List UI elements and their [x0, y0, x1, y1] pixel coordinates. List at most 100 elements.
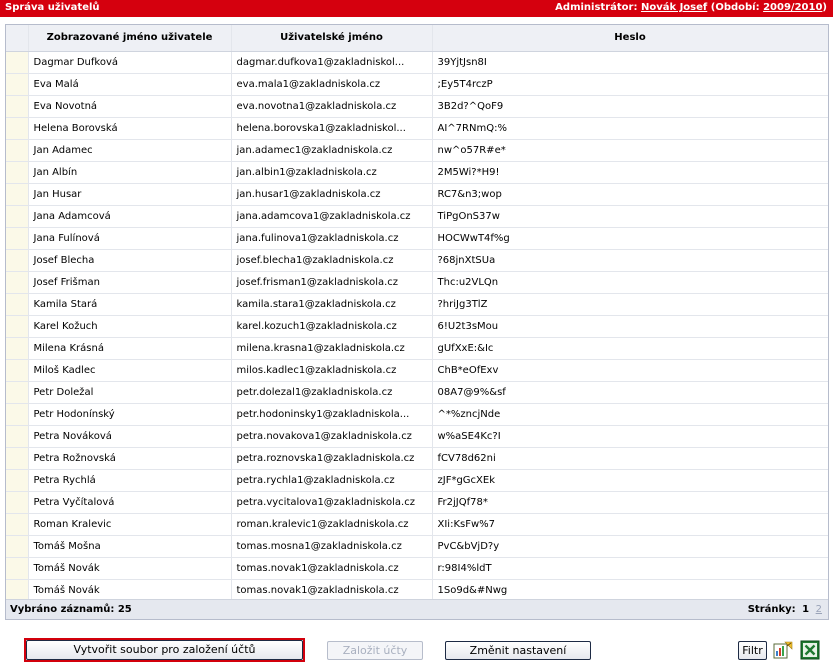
cell-display-name: Kamila Stará: [28, 293, 232, 316]
table-row[interactable]: Milena Krásná milena.krasna1@zakladniskol…: [6, 337, 828, 360]
cell-display-name: Eva Malá: [28, 73, 232, 96]
cell-password: fCV78d62ni: [432, 447, 828, 470]
create-accounts-button[interactable]: Založit účty: [327, 641, 423, 660]
row-selector[interactable]: [6, 271, 29, 294]
cell-password: nw^o57R#e*: [432, 139, 828, 162]
cell-display-name: Milena Krásná: [28, 337, 232, 360]
column-header-password[interactable]: Heslo: [432, 25, 828, 52]
table-row[interactable]: Petra Rychlá petra.rychla1@zakladniskola.…: [6, 469, 828, 492]
table-row[interactable]: Eva Novotná eva.novotna1@zakladniskola.cz…: [6, 95, 828, 118]
cell-password: r:98I4%ldT: [432, 557, 828, 580]
period-link[interactable]: 2009/2010: [763, 2, 822, 13]
table-row[interactable]: Jan Albín jan.albin1@zakladniskola.cz 2M5W…: [6, 161, 828, 184]
row-selector[interactable]: [6, 359, 29, 382]
admin-info: Administrátor: Novák Josef (Období: 2009…: [555, 2, 827, 13]
table-header-row: Zobrazované jméno uživatele Uživatelské …: [6, 25, 828, 52]
cell-display-name: Petr Doležal: [28, 381, 232, 404]
table-row[interactable]: Karel Kožuch karel.kozuch1@zakladniskola.…: [6, 315, 828, 338]
table-row[interactable]: Petra Rožnovská petra.roznovska1@zakladni…: [6, 447, 828, 470]
row-selector[interactable]: [6, 117, 29, 140]
cell-username: petra.novakova1@zakladniskola.cz: [231, 425, 433, 448]
cell-display-name: Petra Vyčítalová: [28, 491, 232, 514]
row-selector[interactable]: [6, 557, 29, 580]
row-selector[interactable]: [6, 403, 29, 426]
row-selector[interactable]: [6, 425, 29, 448]
row-selector[interactable]: [6, 205, 29, 228]
cell-display-name: Petr Hodonínský: [28, 403, 232, 426]
table-row[interactable]: Miloš Kadlec milos.kadlec1@zakladniskola.…: [6, 359, 828, 382]
table-row[interactable]: Petra Nováková petra.novakova1@zakladnisk…: [6, 425, 828, 448]
cell-username: tomas.mosna1@zakladniskola.cz: [231, 535, 433, 558]
table-row[interactable]: Josef Blecha josef.blecha1@zakladniskola.…: [6, 249, 828, 272]
row-selector[interactable]: [6, 535, 29, 558]
cell-display-name: Miloš Kadlec: [28, 359, 232, 382]
filter-button[interactable]: Filtr: [738, 641, 767, 660]
table-row[interactable]: Roman Kralevic roman.kralevic1@zakladnisk…: [6, 513, 828, 536]
change-settings-button[interactable]: Změnit nastavení: [445, 641, 591, 660]
row-selector[interactable]: [6, 315, 29, 338]
table-row[interactable]: Petra Vyčítalová petra.vycitalova1@zaklad…: [6, 491, 828, 514]
cell-password: PvC&bVjD?y: [432, 535, 828, 558]
table-row[interactable]: Petr Doležal petr.dolezal1@zakladniskola.…: [6, 381, 828, 404]
row-selector[interactable]: [6, 513, 29, 536]
column-header-username[interactable]: Uživatelské jméno: [231, 25, 433, 52]
cell-display-name: Jan Adamec: [28, 139, 232, 162]
row-selector[interactable]: [6, 337, 29, 360]
cell-password: XIi:KsFw%7: [432, 513, 828, 536]
table-row[interactable]: Tomáš Mošna tomas.mosna1@zakladniskola.cz…: [6, 535, 828, 558]
row-selector[interactable]: [6, 227, 29, 250]
excel-icon[interactable]: [800, 640, 820, 660]
row-selector[interactable]: [6, 73, 29, 96]
row-selector[interactable]: [6, 161, 29, 184]
table-row[interactable]: Josef Frišman josef.frisman1@zakladniskol…: [6, 271, 828, 294]
cell-display-name: Petra Rožnovská: [28, 447, 232, 470]
users-table: Zobrazované jméno uživatele Uživatelské …: [6, 25, 828, 602]
cell-username: petr.hodoninsky1@zakladniskola...: [231, 403, 433, 426]
cell-display-name: Roman Kralevic: [28, 513, 232, 536]
cell-display-name: Dagmar Dufková: [28, 51, 232, 74]
row-selector[interactable]: [6, 249, 29, 272]
title-bar: Správa uživatelů Administrátor: Novák Jo…: [0, 0, 833, 17]
row-selector[interactable]: [6, 491, 29, 514]
cell-username: josef.frisman1@zakladniskola.cz: [231, 271, 433, 294]
cell-password: HOCWwT4f%g: [432, 227, 828, 250]
create-file-button[interactable]: Vytvořit soubor pro založení účtů: [26, 640, 303, 660]
row-selector[interactable]: [6, 95, 29, 118]
row-selector[interactable]: [6, 293, 29, 316]
cell-display-name: Petra Nováková: [28, 425, 232, 448]
row-selector[interactable]: [6, 579, 29, 602]
row-selector[interactable]: [6, 381, 29, 404]
select-column-header: [6, 25, 29, 52]
table-row[interactable]: Kamila Stará kamila.stara1@zakladniskola.…: [6, 293, 828, 316]
table-row[interactable]: Helena Borovská helena.borovska1@zakladni…: [6, 117, 828, 140]
cell-password: ?hriJg3TlZ: [432, 293, 828, 316]
cell-username: petra.rychla1@zakladniskola.cz: [231, 469, 433, 492]
row-selector[interactable]: [6, 139, 29, 162]
row-selector[interactable]: [6, 51, 29, 74]
table-row[interactable]: Jan Husar jan.husar1@zakladniskola.cz RC7&…: [6, 183, 828, 206]
table-row[interactable]: Dagmar Dufková dagmar.dufkova1@zakladnisk…: [6, 51, 828, 74]
row-selector[interactable]: [6, 183, 29, 206]
column-header-display-name[interactable]: Zobrazované jméno uživatele: [28, 25, 232, 52]
pagination: Stránky: 1 2: [748, 604, 822, 615]
cell-display-name: Josef Frišman: [28, 271, 232, 294]
spreadsheet-chart-icon[interactable]: [773, 640, 793, 660]
table-row[interactable]: Jan Adamec jan.adamec1@zakladniskola.cz nw…: [6, 139, 828, 162]
table-row[interactable]: Jana Adamcová jana.adamcova1@zakladniskol…: [6, 205, 828, 228]
cell-display-name: Petra Rychlá: [28, 469, 232, 492]
admin-label: Administrátor:: [555, 2, 638, 13]
table-row[interactable]: Jana Fulínová jana.fulinova1@zakladniskol…: [6, 227, 828, 250]
row-selector[interactable]: [6, 469, 29, 492]
cell-password: ?68jnXtSUa: [432, 249, 828, 272]
cell-username: helena.borovska1@zakladniskol...: [231, 117, 433, 140]
cell-password: 6!U2t3sMou: [432, 315, 828, 338]
page-link-2[interactable]: 2: [816, 604, 822, 615]
table-row[interactable]: Tomáš Novák tomas.novak1@zakladniskola.cz…: [6, 557, 828, 580]
cell-display-name: Tomáš Novák: [28, 579, 232, 602]
table-row[interactable]: Tomáš Novák tomas.novak1@zakladniskola.cz…: [6, 579, 828, 602]
table-row[interactable]: Petr Hodonínský petr.hodoninsky1@zakladni…: [6, 403, 828, 426]
admin-name-link[interactable]: Novák Josef: [641, 2, 707, 13]
cell-username: dagmar.dufkova1@zakladniskol...: [231, 51, 433, 74]
table-row[interactable]: Eva Malá eva.mala1@zakladniskola.cz ;Ey5T4…: [6, 73, 828, 96]
row-selector[interactable]: [6, 447, 29, 470]
